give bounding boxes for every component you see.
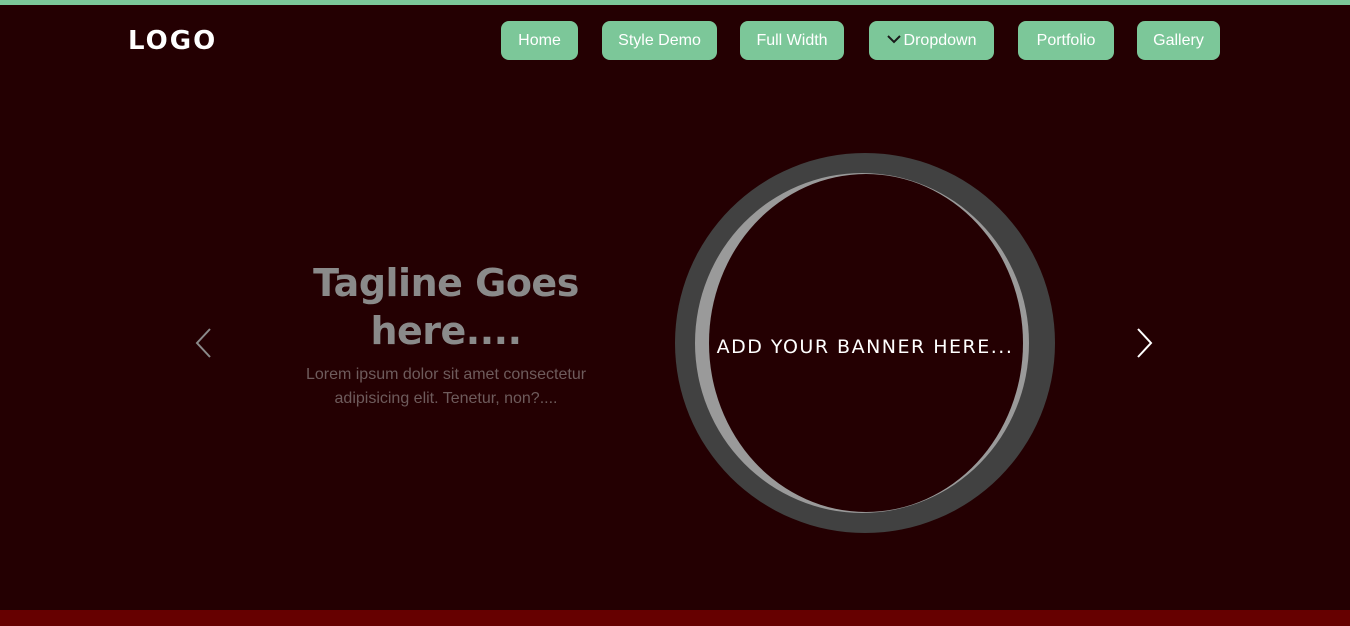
nav-portfolio-button[interactable]: Portfolio	[1018, 21, 1114, 60]
nav-gallery-button[interactable]: Gallery	[1137, 21, 1220, 60]
banner-placeholder-text: ADD YOUR BANNER HERE...	[716, 336, 1014, 358]
nav-style-demo-button[interactable]: Style Demo	[602, 21, 717, 60]
bottom-accent-strip	[0, 610, 1350, 626]
nav-dropdown-label: Dropdown	[903, 32, 977, 49]
nav-full-width-button[interactable]: Full Width	[740, 21, 844, 60]
chevron-left-icon[interactable]	[194, 327, 214, 359]
nav-gallery-label: Gallery	[1153, 32, 1204, 49]
nav-style-demo-label: Style Demo	[618, 32, 701, 49]
nav-home-label: Home	[518, 32, 561, 49]
logo[interactable]: LOGO	[128, 24, 217, 58]
chevron-right-icon[interactable]	[1134, 327, 1154, 359]
top-accent-strip	[0, 0, 1350, 5]
nav-full-width-label: Full Width	[756, 32, 828, 49]
nav-dropdown-button[interactable]: Dropdown	[869, 21, 994, 60]
slide-tagline: Tagline Goes here....	[313, 261, 579, 353]
nav-home-button[interactable]: Home	[501, 21, 578, 60]
slide-description: Lorem ipsum dolor sit amet consectetur a…	[305, 366, 587, 407]
nav-portfolio-label: Portfolio	[1036, 32, 1096, 49]
chevron-down-icon	[886, 35, 901, 44]
